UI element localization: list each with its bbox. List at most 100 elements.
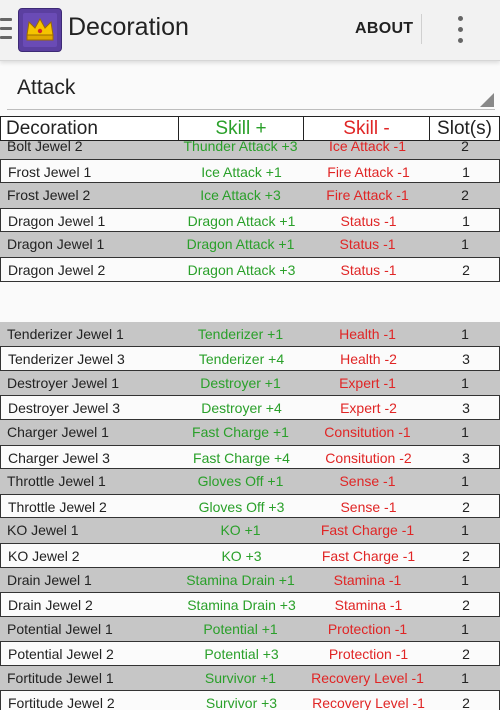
skill-minus: Expert -2 xyxy=(340,400,397,417)
skill-plus: KO +1 xyxy=(220,522,261,539)
header-decoration[interactable]: Decoration xyxy=(0,116,179,141)
skill-minus: Protection -1 xyxy=(327,620,408,637)
skill-plus: Destroyer +1 xyxy=(200,374,281,391)
decoration-name: Drain Jewel 1 xyxy=(7,571,92,588)
table-row[interactable]: Frost Jewel 1 Ice Attack +1 Fire Attack -1… xyxy=(0,158,500,184)
slot-count: 2 xyxy=(462,695,470,710)
table-header: Decoration Skill + Skill - Slot(s) xyxy=(0,116,500,141)
skill-minus: Health -1 xyxy=(339,325,396,342)
slot-count: 2 xyxy=(462,597,470,614)
skill-minus: Protection -1 xyxy=(328,646,409,663)
action-bar-divider xyxy=(421,14,422,44)
decoration-name: Potential Jewel 1 xyxy=(7,620,113,637)
skill-minus: Stamina -1 xyxy=(334,597,403,614)
skill-minus: Sense -1 xyxy=(339,473,396,490)
slot-count: 1 xyxy=(461,236,469,253)
slot-count: 2 xyxy=(462,646,470,663)
skill-minus: Recovery Level -1 xyxy=(311,669,424,686)
app-title: Decoration xyxy=(68,13,189,41)
skill-minus: Consitution -2 xyxy=(325,449,412,466)
skill-plus: Dragon Attack +3 xyxy=(187,261,296,278)
decoration-name: Charger Jewel 1 xyxy=(7,423,109,440)
skill-plus: Ice Attack +3 xyxy=(200,187,281,204)
table-row[interactable]: Frost Jewel 2 Ice Attack +3 Fire Attack -1… xyxy=(0,183,500,208)
table-row[interactable]: KO Jewel 2 KO +3 Fast Charge -1 2 xyxy=(0,542,500,568)
skill-plus: Gloves Off +3 xyxy=(198,498,285,515)
table-row[interactable]: Bolt Jewel 2 Thunder Attack +3 Ice Attack … xyxy=(0,141,500,159)
skill-minus: Consitution -1 xyxy=(324,423,411,440)
skill-minus: Fire Attack -1 xyxy=(327,163,410,180)
slot-count: 1 xyxy=(461,374,469,391)
decoration-name: Drain Jewel 2 xyxy=(8,597,93,614)
skill-plus: Survivor +3 xyxy=(205,695,278,710)
decoration-name: Destroyer Jewel 1 xyxy=(7,374,120,391)
header-skill-minus[interactable]: Skill - xyxy=(303,116,430,141)
spinner-underline xyxy=(7,109,495,110)
table-row[interactable]: Drain Jewel 1 Stamina Drain +1 Stamina -1 1 xyxy=(0,567,500,593)
slot-count: 2 xyxy=(461,187,469,204)
decoration-name: Bolt Jewel 2 xyxy=(7,141,83,154)
table-row[interactable]: Tenderizer Jewel 3 Tenderizer +4 Health -2… xyxy=(0,346,500,371)
skill-minus: Health -2 xyxy=(340,351,397,368)
table-row[interactable]: Potential Jewel 2 Potential +3 Protection … xyxy=(0,641,500,666)
decoration-name: Throttle Jewel 2 xyxy=(8,498,107,515)
skill-plus: Gloves Off +1 xyxy=(197,473,284,490)
table-row[interactable]: Drain Jewel 2 Stamina Drain +3 Stamina -1 2 xyxy=(0,592,500,617)
slot-count: 1 xyxy=(461,473,469,490)
skill-plus: Fast Charge +1 xyxy=(192,423,289,440)
table-row[interactable]: Charger Jewel 1 Fast Charge +1 Consitution… xyxy=(0,419,500,445)
table-row[interactable]: Potential Jewel 1 Potential +1 Protection … xyxy=(0,616,500,642)
skill-plus: KO +3 xyxy=(221,547,262,564)
overflow-menu-icon[interactable] xyxy=(452,14,468,46)
table-row[interactable]: Tenderizer Jewel 1 Tenderizer +1 Health -1… xyxy=(0,321,500,347)
decoration-name: Dragon Jewel 1 xyxy=(8,212,106,229)
crown-app-icon[interactable] xyxy=(18,8,62,52)
slot-count: 2 xyxy=(462,261,470,278)
slot-count: 3 xyxy=(462,400,470,417)
skill-minus: Expert -1 xyxy=(339,374,396,391)
skill-plus: Fast Charge +4 xyxy=(193,449,290,466)
skill-minus: Recovery Level -1 xyxy=(312,695,425,710)
table-row[interactable]: Destroyer Jewel 3 Destroyer +4 Expert -2 3 xyxy=(0,395,500,420)
table-row[interactable]: KO Jewel 1 KO +1 Fast Charge -1 1 xyxy=(0,518,500,543)
header-skill-plus[interactable]: Skill + xyxy=(178,116,304,141)
skill-minus: Status -1 xyxy=(340,212,397,229)
about-button[interactable]: ABOUT xyxy=(355,20,413,38)
table-row[interactable]: Dragon Jewel 1 Dragon Attack +1 Status -1 1 xyxy=(0,207,500,233)
slot-count: 3 xyxy=(462,449,470,466)
table-row[interactable]: Throttle Jewel 2 Gloves Off +3 Sense -1 2 xyxy=(0,493,500,519)
skill-minus: Fire Attack -1 xyxy=(326,187,409,204)
slot-count: 3 xyxy=(462,351,470,368)
skill-plus: Stamina Drain +3 xyxy=(187,597,296,614)
table-row[interactable]: Fortitude Jewel 1 Survivor +1 Recovery Lev… xyxy=(0,665,500,691)
slot-count: 1 xyxy=(461,620,469,637)
skill-plus: Ice Attack +1 xyxy=(201,163,282,180)
table-row[interactable]: Fortitude Jewel 2 Survivor +3 Recovery Lev… xyxy=(0,690,500,710)
decoration-name: Potential Jewel 2 xyxy=(8,646,114,663)
skill-plus: Dragon Attack +1 xyxy=(186,236,295,253)
group-spacer xyxy=(0,281,500,322)
header-slots[interactable]: Slot(s) xyxy=(429,116,500,141)
action-bar: Decoration ABOUT xyxy=(0,0,500,61)
decoration-table-body: Bolt Jewel 2 Thunder Attack +3 Ice Attack … xyxy=(0,141,500,710)
slot-count: 1 xyxy=(461,522,469,539)
decoration-name: Fortitude Jewel 2 xyxy=(8,695,115,710)
slot-count: 2 xyxy=(462,498,470,515)
decoration-name: KO Jewel 2 xyxy=(8,547,80,564)
table-row[interactable]: Destroyer Jewel 1 Destroyer +1 Expert -1 1 xyxy=(0,370,500,396)
navigation-drawer-icon[interactable] xyxy=(0,16,12,42)
slot-count: 1 xyxy=(461,325,469,342)
decoration-name: Fortitude Jewel 1 xyxy=(7,669,114,686)
table-row[interactable]: Charger Jewel 3 Fast Charge +4 Consitution… xyxy=(0,444,500,470)
skill-plus: Potential +1 xyxy=(203,620,278,637)
table-row[interactable]: Dragon Jewel 1 Dragon Attack +1 Status -1 1 xyxy=(0,232,500,257)
skill-minus: Stamina -1 xyxy=(333,571,402,588)
decoration-table[interactable]: Bolt Jewel 2 Thunder Attack +3 Ice Attack … xyxy=(0,141,500,710)
skill-minus: Fast Charge -1 xyxy=(320,522,415,539)
slot-count: 1 xyxy=(461,669,469,686)
category-spinner[interactable]: Attack xyxy=(0,66,500,114)
table-row[interactable]: Dragon Jewel 2 Dragon Attack +3 Status -1 2 xyxy=(0,256,500,282)
table-row[interactable]: Throttle Jewel 1 Gloves Off +1 Sense -1 1 xyxy=(0,469,500,494)
slot-count: 1 xyxy=(461,571,469,588)
slot-count: 1 xyxy=(462,163,470,180)
